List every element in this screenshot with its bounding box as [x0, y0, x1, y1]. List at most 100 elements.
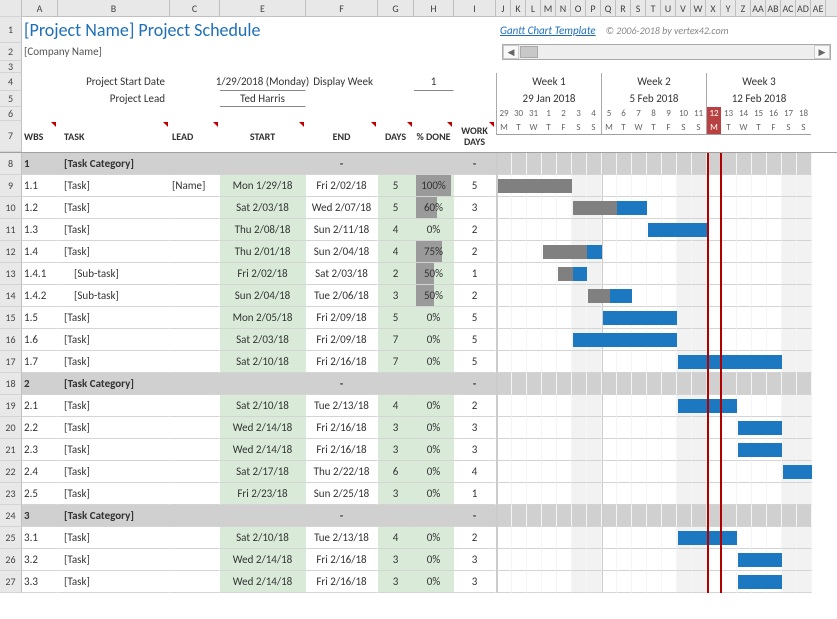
work-cell[interactable]: -: [454, 505, 496, 527]
gantt-bar[interactable]: [648, 223, 707, 237]
col-B[interactable]: B: [58, 0, 170, 17]
wbs-cell[interactable]: 1.3: [22, 219, 58, 241]
gantt-cell[interactable]: [722, 153, 737, 175]
gantt-cell[interactable]: [542, 373, 557, 395]
col-T[interactable]: T: [646, 0, 661, 17]
end-cell[interactable]: Sat 2/03/18: [306, 263, 378, 285]
task-cell[interactable]: [Task]: [58, 351, 170, 373]
gantt-cell[interactable]: [572, 549, 587, 571]
wbs-cell[interactable]: 1.7: [22, 351, 58, 373]
task-cell[interactable]: [Task]: [58, 197, 170, 219]
gantt-cell[interactable]: [662, 285, 677, 307]
gantt-cell[interactable]: [542, 417, 557, 439]
days-cell[interactable]: [378, 153, 414, 175]
scroll-thumb[interactable]: [520, 46, 538, 58]
gantt-cell[interactable]: [647, 285, 662, 307]
end-cell[interactable]: Fri 2/16/18: [306, 351, 378, 373]
wbs-cell[interactable]: 1: [22, 153, 58, 175]
gantt-cell[interactable]: [707, 505, 722, 527]
lead-value[interactable]: Ted Harris: [220, 91, 306, 107]
gantt-cell[interactable]: [662, 197, 677, 219]
gantt-cell[interactable]: [662, 263, 677, 285]
gantt-cell[interactable]: [647, 527, 662, 549]
start-cell[interactable]: Wed 2/14/18: [220, 439, 306, 461]
gantt-cell[interactable]: [542, 571, 557, 593]
end-cell[interactable]: Fri 2/02/18: [306, 175, 378, 197]
gantt-cell[interactable]: [497, 197, 512, 219]
gantt-cell[interactable]: [617, 571, 632, 593]
gantt-cell[interactable]: [557, 153, 572, 175]
gantt-cell[interactable]: [752, 263, 767, 285]
gantt-cell[interactable]: [512, 395, 527, 417]
gantt-cell[interactable]: [767, 483, 782, 505]
gantt-cell[interactable]: [782, 549, 797, 571]
gantt-cell[interactable]: [587, 505, 602, 527]
days-cell[interactable]: 3: [378, 483, 414, 505]
pct-header[interactable]: % DONE: [414, 121, 454, 152]
gantt-cell[interactable]: [692, 417, 707, 439]
gantt-cell[interactable]: [782, 329, 797, 351]
gantt-cell[interactable]: [797, 263, 812, 285]
gantt-cell[interactable]: [527, 571, 542, 593]
gantt-cell[interactable]: [557, 329, 572, 351]
gantt-cell[interactable]: [542, 439, 557, 461]
pct-cell[interactable]: 50%: [414, 263, 454, 285]
work-cell[interactable]: 1: [454, 483, 496, 505]
gantt-cell[interactable]: [617, 219, 632, 241]
pct-cell[interactable]: 0%: [414, 439, 454, 461]
lead-cell[interactable]: [170, 571, 220, 593]
gantt-cell[interactable]: [662, 527, 677, 549]
gantt-cell[interactable]: [797, 505, 812, 527]
scroll-left-button[interactable]: ◀: [503, 45, 519, 59]
work-cell[interactable]: 2: [454, 527, 496, 549]
gantt-cell[interactable]: [632, 439, 647, 461]
gantt-cell[interactable]: [722, 285, 737, 307]
work-cell[interactable]: -: [454, 153, 496, 175]
gantt-cell[interactable]: [512, 153, 527, 175]
gantt-cell[interactable]: [632, 373, 647, 395]
company-name[interactable]: [Company Name]: [22, 43, 58, 61]
gantt-cell[interactable]: [512, 483, 527, 505]
gantt-cell[interactable]: [497, 241, 512, 263]
work-cell[interactable]: 2: [454, 219, 496, 241]
gantt-cell[interactable]: [677, 153, 692, 175]
gantt-cell[interactable]: [617, 505, 632, 527]
end-cell[interactable]: Sun 2/11/18: [306, 219, 378, 241]
gantt-bar[interactable]: [783, 465, 812, 479]
gantt-cell[interactable]: [782, 241, 797, 263]
gantt-cell[interactable]: [557, 351, 572, 373]
gantt-cell[interactable]: [722, 549, 737, 571]
gantt-cell[interactable]: [587, 219, 602, 241]
gantt-cell[interactable]: [572, 153, 587, 175]
gantt-cell[interactable]: [557, 439, 572, 461]
col-Z[interactable]: Z: [736, 0, 751, 17]
start-cell[interactable]: Sat 2/10/18: [220, 351, 306, 373]
gantt-cell[interactable]: [512, 329, 527, 351]
gantt-cell[interactable]: [662, 549, 677, 571]
gantt-cell[interactable]: [572, 527, 587, 549]
gantt-cell[interactable]: [707, 197, 722, 219]
gantt-cell[interactable]: [737, 307, 752, 329]
work-cell[interactable]: 2: [454, 241, 496, 263]
wbs-cell[interactable]: 3.3: [22, 571, 58, 593]
work-cell[interactable]: 5: [454, 307, 496, 329]
gantt-cell[interactable]: [587, 439, 602, 461]
gantt-cell[interactable]: [647, 175, 662, 197]
col-U[interactable]: U: [661, 0, 676, 17]
gantt-cell[interactable]: [767, 241, 782, 263]
gantt-cell[interactable]: [542, 197, 557, 219]
gantt-cell[interactable]: [587, 263, 602, 285]
gantt-cell[interactable]: [692, 307, 707, 329]
gantt-cell[interactable]: [617, 263, 632, 285]
start-cell[interactable]: Sun 2/04/18: [220, 285, 306, 307]
gantt-cell[interactable]: [677, 505, 692, 527]
gantt-cell[interactable]: [692, 263, 707, 285]
gantt-cell[interactable]: [602, 241, 617, 263]
wbs-cell[interactable]: 1.2: [22, 197, 58, 219]
days-cell[interactable]: [378, 373, 414, 395]
pct-cell[interactable]: [414, 373, 454, 395]
work-cell[interactable]: 3: [454, 439, 496, 461]
gantt-cell[interactable]: [587, 527, 602, 549]
days-cell[interactable]: 3: [378, 439, 414, 461]
days-cell[interactable]: 5: [378, 197, 414, 219]
